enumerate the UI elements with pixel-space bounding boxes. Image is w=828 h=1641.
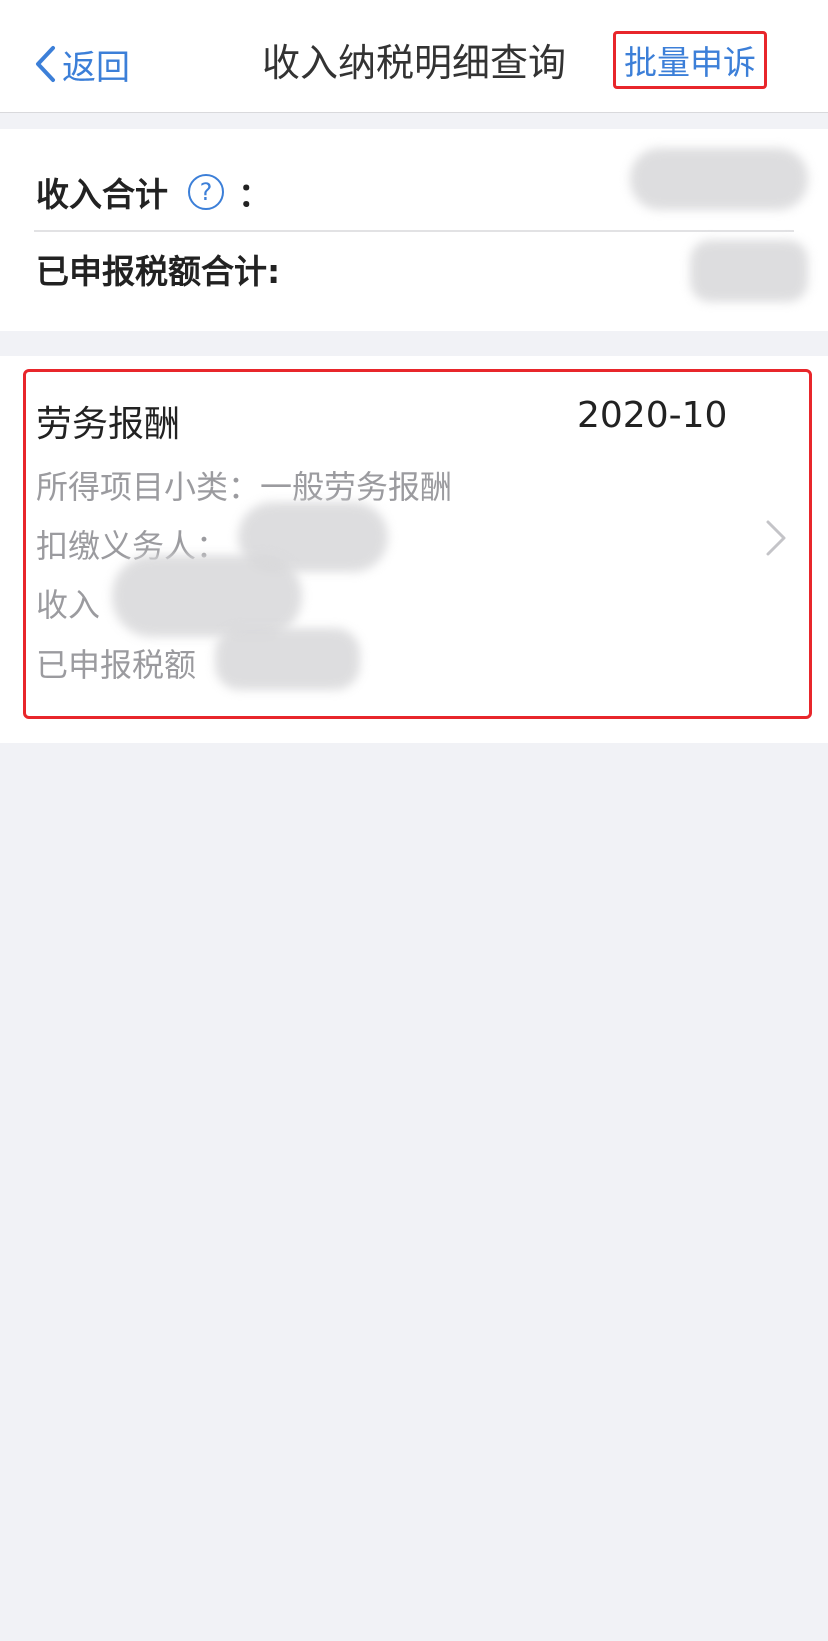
record-income-row: 收入 (36, 580, 100, 626)
income-total-label: 收入合计 (36, 175, 168, 214)
record-income-redacted (112, 555, 302, 637)
income-total-row: 收入合计 ? ： (36, 168, 271, 216)
record-tax-row: 已申报税额 (36, 640, 196, 686)
chevron-right-icon (766, 520, 786, 556)
record-tax-redacted (215, 628, 360, 690)
tax-total-row: 已申报税额合计: (36, 245, 280, 293)
income-total-redacted (630, 148, 808, 210)
record-subtype-value: 一般劳务报酬 (260, 468, 453, 506)
summary-divider (34, 230, 794, 232)
nav-bar: 返回 收入纳税明细查询 批量申诉 (0, 0, 828, 113)
record-period: 2020-10 (577, 395, 728, 436)
income-total-colon: ： (238, 175, 271, 214)
record-subtype-row: 所得项目小类：一般劳务报酬 (36, 462, 452, 508)
batch-appeal-button[interactable]: 批量申诉 (613, 31, 767, 89)
record-subtype-label: 所得项目小类： (36, 468, 261, 506)
question-circle-icon[interactable]: ? (188, 174, 224, 210)
batch-appeal-label: 批量申诉 (624, 43, 756, 82)
record-income-label: 收入 (36, 586, 101, 624)
record-category: 劳务报酬 (36, 404, 181, 445)
tax-total-redacted (690, 240, 808, 302)
tax-total-label: 已申报税额合计: (36, 252, 281, 291)
record-tax-label: 已申报税额 (36, 646, 197, 684)
